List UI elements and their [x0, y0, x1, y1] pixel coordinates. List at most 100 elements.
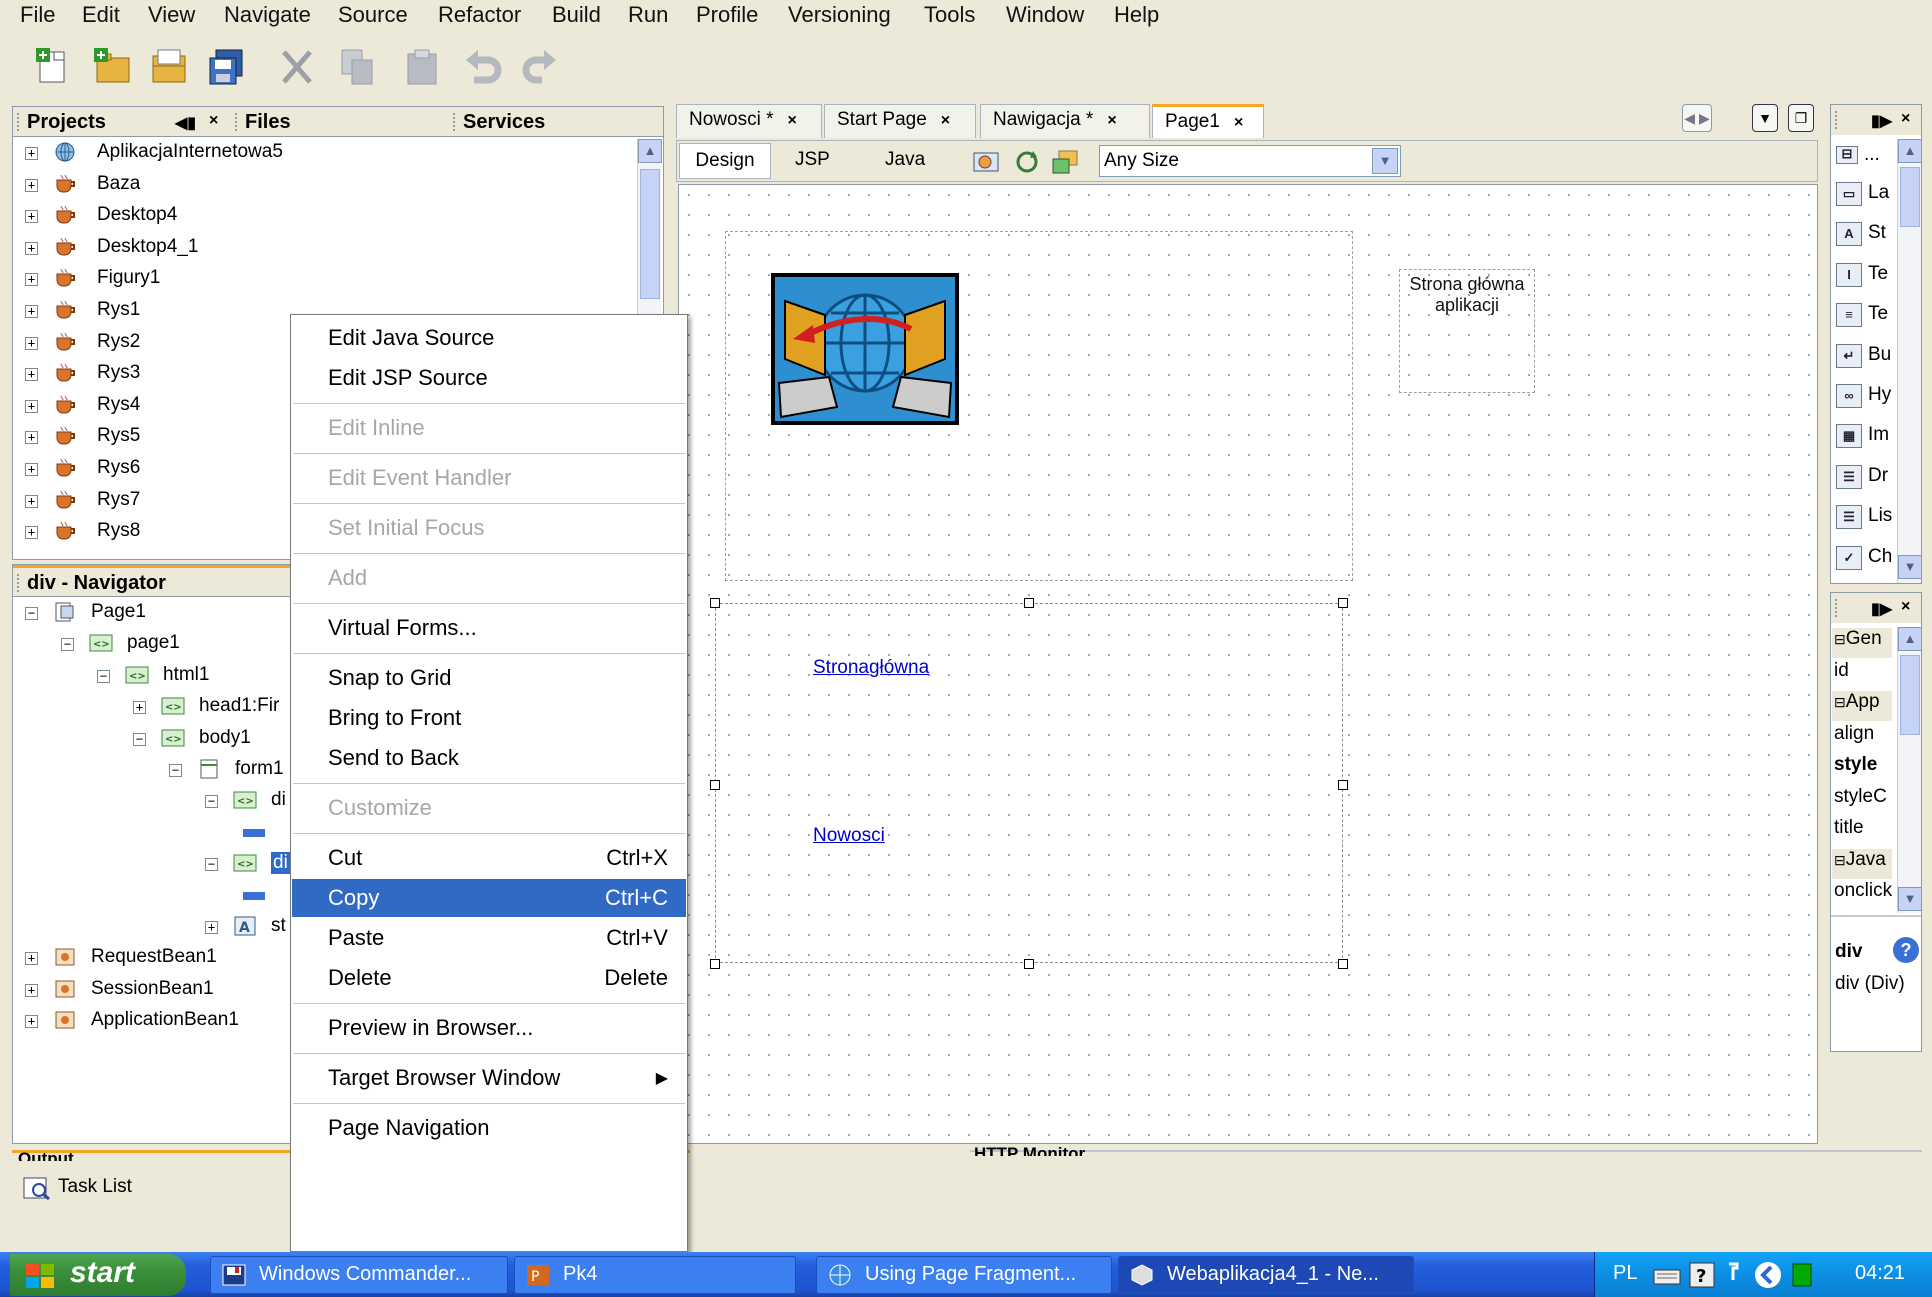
redo-icon[interactable]	[518, 46, 560, 88]
help-icon[interactable]: ?	[1893, 937, 1919, 963]
menu-item-copy[interactable]: Copy Ctrl+C	[292, 879, 686, 917]
menu-help[interactable]: Help	[1114, 2, 1159, 28]
scroll-thumb[interactable]	[1900, 655, 1920, 735]
scroll-up-icon[interactable]: ▲	[1898, 139, 1922, 163]
resize-handle[interactable]	[710, 780, 720, 790]
editor-tab-start-page[interactable]: Start Page ×	[824, 104, 976, 138]
property-category[interactable]: ⊟Gen	[1832, 628, 1892, 658]
collapse-icon[interactable]: −	[205, 795, 218, 809]
menu-item-set-initial-focus[interactable]: Set Initial Focus	[292, 509, 686, 547]
menu-run[interactable]: Run	[628, 2, 668, 28]
menu-view[interactable]: View	[148, 2, 195, 28]
expand-icon[interactable]: +	[25, 368, 38, 382]
project-tree-item[interactable]: + Desktop4	[13, 202, 633, 232]
drag-grip[interactable]	[17, 574, 21, 592]
keyboard-icon[interactable]	[1653, 1264, 1681, 1286]
expand-icon[interactable]: +	[25, 178, 38, 192]
jsp-view-tab[interactable]: JSP	[795, 149, 830, 171]
menu-window[interactable]: Window	[1006, 2, 1084, 28]
header-text-box[interactable]: Strona główna aplikacji	[1399, 269, 1535, 393]
project-tree-item[interactable]: + Figury1	[13, 265, 633, 295]
task-pk4[interactable]: P Pk4	[514, 1256, 796, 1294]
drag-grip[interactable]	[453, 113, 457, 131]
properties-scrollbar[interactable]: ▲ ▼	[1897, 627, 1922, 913]
minimize-icon[interactable]: ◀▮	[175, 113, 196, 133]
resize-handle[interactable]	[710, 959, 720, 969]
menu-item-edit-inline[interactable]: Edit Inline	[292, 409, 686, 447]
open-project-icon[interactable]	[148, 46, 190, 88]
palette-scrollbar[interactable]: ▲ ▼	[1897, 139, 1922, 583]
project-tree-item[interactable]: + Desktop4_1	[13, 234, 633, 264]
property-row[interactable]: onclick	[1832, 880, 1892, 910]
editor-tab-nawigacja[interactable]: Nawigacja * ×	[980, 104, 1150, 138]
menu-item-add[interactable]: Add	[292, 559, 686, 597]
menu-item-bring-to-front[interactable]: Bring to Front	[292, 699, 686, 737]
palette-item[interactable]: ☰ Lis	[1834, 501, 1894, 535]
save-all-icon[interactable]	[206, 46, 248, 88]
resize-handle[interactable]	[710, 598, 720, 608]
task-windows-commander[interactable]: Windows Commander...	[210, 1256, 508, 1294]
tab-output[interactable]: Output	[18, 1149, 74, 1161]
expand-icon[interactable]: +	[25, 983, 38, 997]
close-tab-icon[interactable]: ×	[787, 112, 796, 129]
tab-services[interactable]: Services	[463, 111, 545, 134]
network-tray-icon[interactable]	[1725, 1258, 1747, 1288]
design-view-tab[interactable]: Design	[679, 143, 771, 179]
menu-item-snap-to-grid[interactable]: Snap to Grid	[292, 659, 686, 697]
menu-file[interactable]: File	[20, 2, 55, 28]
expand-icon[interactable]: +	[25, 1015, 38, 1029]
palette-item[interactable]: ▭ La	[1834, 178, 1894, 212]
menu-refactor[interactable]: Refactor	[438, 2, 521, 28]
menu-item-edit-jsp-source[interactable]: Edit JSP Source	[292, 359, 686, 397]
collapse-icon[interactable]: −	[61, 638, 74, 652]
drag-grip[interactable]	[235, 113, 239, 131]
expand-icon[interactable]: +	[25, 463, 38, 476]
menu-item-virtual-forms[interactable]: Virtual Forms...	[292, 609, 686, 647]
scroll-down-icon[interactable]: ▼	[1898, 887, 1922, 911]
maximize-palette-icon[interactable]: ▮▶	[1871, 111, 1892, 131]
expand-icon[interactable]: +	[25, 431, 38, 445]
collapse-icon[interactable]: −	[25, 607, 38, 620]
menu-tools[interactable]: Tools	[924, 2, 975, 28]
editor-tab-page1[interactable]: Page1 ×	[1152, 104, 1264, 138]
menu-source[interactable]: Source	[338, 2, 408, 28]
java-view-tab[interactable]: Java	[885, 149, 925, 171]
drag-grip[interactable]	[1835, 111, 1839, 129]
expand-icon[interactable]: +	[205, 921, 218, 934]
project-tree-item[interactable]: + Baza	[13, 171, 633, 201]
drag-grip[interactable]	[17, 113, 21, 131]
menu-item-edit-java-source[interactable]: Edit Java Source	[292, 319, 686, 357]
resize-handle[interactable]	[1338, 598, 1348, 608]
expand-icon[interactable]: +	[25, 494, 38, 508]
task-webaplikacja[interactable]: Webaplikacja4_1 - Ne...	[1118, 1256, 1414, 1294]
design-surface[interactable]: Strona główna aplikacji Stronagłówna Now…	[678, 184, 1818, 1144]
resize-handle[interactable]	[1338, 780, 1348, 790]
resize-handle[interactable]	[1024, 598, 1034, 608]
back-arrow-tray-icon[interactable]	[1753, 1260, 1783, 1290]
scroll-up-icon[interactable]: ▲	[1898, 627, 1922, 651]
chevron-down-icon[interactable]: ▼	[1372, 148, 1398, 174]
palette-item[interactable]: A St	[1834, 218, 1894, 252]
monitor-tray-icon[interactable]	[1791, 1262, 1813, 1288]
resize-handle[interactable]	[1024, 959, 1034, 969]
project-tree-item[interactable]: + AplikacjaInternetowa5	[13, 139, 633, 169]
expand-icon[interactable]: +	[25, 210, 38, 224]
menu-item-send-to-back[interactable]: Send to Back	[292, 739, 686, 777]
close-properties-icon[interactable]: ×	[1901, 598, 1910, 616]
menu-item-paste[interactable]: Paste Ctrl+V	[292, 919, 686, 957]
target-browser-icon[interactable]	[1051, 149, 1079, 175]
property-category[interactable]: ⊟Java	[1832, 848, 1892, 879]
expand-icon[interactable]: +	[25, 526, 38, 540]
palette-item[interactable]: ▦ Im	[1834, 420, 1894, 454]
tab-files[interactable]: Files	[245, 111, 291, 134]
property-row[interactable]: styleC	[1832, 786, 1892, 816]
task-using-page-fragment[interactable]: Using Page Fragment...	[816, 1256, 1112, 1294]
menu-versioning[interactable]: Versioning	[788, 2, 891, 28]
collapse-icon[interactable]: −	[169, 764, 182, 777]
menu-build[interactable]: Build	[552, 2, 601, 28]
menu-item-preview-in-browser[interactable]: Preview in Browser...	[292, 1009, 686, 1047]
expand-icon[interactable]: +	[133, 701, 146, 715]
cut-icon[interactable]	[276, 46, 318, 88]
menu-profile[interactable]: Profile	[696, 2, 758, 28]
menu-item-cut[interactable]: Cut Ctrl+X	[292, 839, 686, 877]
